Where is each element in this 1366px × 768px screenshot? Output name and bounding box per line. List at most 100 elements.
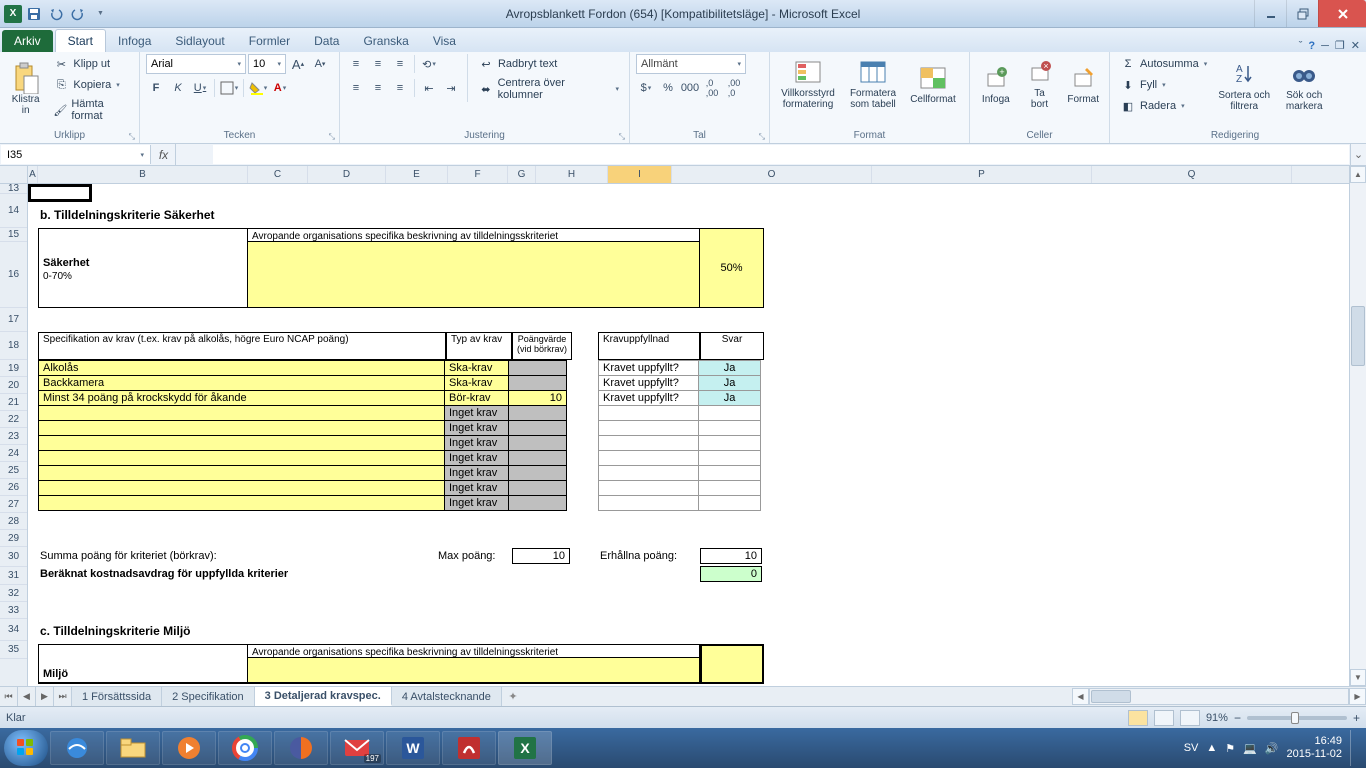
tab-start[interactable]: Start [55,29,106,52]
tray-network-icon[interactable]: 💻 [1243,742,1257,755]
redo-icon[interactable] [68,4,88,24]
row-header[interactable]: 29 [0,530,27,547]
row-header[interactable]: 35 [0,641,27,659]
zoom-slider-thumb[interactable] [1291,712,1299,724]
copy-button[interactable]: ⎘Kopiera▾ [49,75,133,95]
hscroll-left-icon[interactable]: ◀ [1072,688,1089,705]
row-header[interactable]: 18 [0,332,27,360]
tab-nav-prev-icon[interactable]: ◀ [18,687,36,706]
row-header[interactable]: 22 [0,411,27,428]
zoom-out-icon[interactable]: − [1234,711,1241,725]
row-header[interactable]: 28 [0,513,27,530]
section-b-weight[interactable]: 50% [700,228,764,308]
file-tab[interactable]: Arkiv [2,30,53,52]
help-icon[interactable]: ? [1308,40,1315,52]
section-c-desc-area[interactable] [248,658,700,684]
hscroll-right-icon[interactable]: ▶ [1349,688,1366,705]
row-header[interactable]: 17 [0,308,27,332]
fill-color-button[interactable]: ▾ [248,78,268,98]
insert-sheet-icon[interactable]: ✦ [502,687,524,706]
row-header[interactable]: 16 [0,242,27,308]
paste-button[interactable]: Klistra in [6,54,45,124]
scroll-down-icon[interactable]: ▼ [1350,669,1366,686]
col-header[interactable]: F [448,166,508,183]
italic-button[interactable]: K [168,78,188,98]
sheet-tab[interactable]: 4 Avtalstecknande [392,687,502,706]
col-header[interactable]: H [536,166,608,183]
row-header[interactable]: 23 [0,428,27,445]
view-pagebreak-icon[interactable] [1180,710,1200,726]
taskbar-word[interactable]: W [386,731,440,765]
tab-infoga[interactable]: Infoga [106,30,163,52]
qat-customize-icon[interactable]: ▼ [90,4,110,24]
col-header[interactable]: O [672,166,872,183]
percent-format-icon[interactable]: % [658,78,678,98]
tab-nav-last-icon[interactable]: ⏭ [54,687,72,706]
accounting-format-icon[interactable]: $▾ [636,78,656,98]
save-icon[interactable] [24,4,44,24]
font-size-combo[interactable]: 10▾ [248,54,286,74]
bold-button[interactable]: F [146,78,166,98]
fill-button[interactable]: ⬇Fyll▾ [1116,75,1211,95]
font-color-button[interactable]: A▾ [270,78,290,98]
col-header[interactable]: P [872,166,1092,183]
row-header[interactable]: 26 [0,479,27,496]
autosum-button[interactable]: ΣAutosumma▾ [1116,54,1211,74]
restore-button[interactable] [1286,0,1318,27]
dialog-launcher-icon[interactable]: ⤡ [129,132,135,142]
show-desktop-button[interactable] [1350,730,1358,766]
tray-volume-icon[interactable]: 🔊 [1265,742,1279,755]
col-header[interactable]: E [386,166,448,183]
row-header[interactable]: 34 [0,619,27,641]
taskbar-mediaplayer[interactable] [162,731,216,765]
tray-up-icon[interactable]: ▲ [1206,742,1217,754]
tab-formler[interactable]: Formler [237,30,302,52]
taskbar-ie[interactable] [50,731,104,765]
taskbar-chrome[interactable] [218,731,272,765]
decrease-font-icon[interactable]: A▾ [310,54,330,74]
taskbar-excel[interactable]: X [498,731,552,765]
decrease-decimal-icon[interactable]: ,00,0 [724,78,744,98]
decrease-indent-icon[interactable]: ⇤ [419,78,439,98]
name-box[interactable]: I35▾ [1,145,151,164]
col-header[interactable]: A [28,166,38,183]
view-normal-icon[interactable] [1128,710,1148,726]
row-header[interactable]: 32 [0,585,27,602]
align-left-icon[interactable]: ≡ [346,78,366,98]
cells-content[interactable]: b. Tilldelningskriterie Säkerhet Säkerhe… [28,184,1366,686]
selected-cell[interactable] [28,184,92,202]
align-center-icon[interactable]: ≡ [368,78,388,98]
underline-button[interactable]: U▾ [190,78,210,98]
find-select-button[interactable]: Sök och markera [1277,54,1331,116]
row-header[interactable]: 15 [0,228,27,242]
clear-button[interactable]: ◧Radera▾ [1116,96,1211,116]
zoom-in-icon[interactable]: + [1353,711,1360,725]
close-button[interactable] [1318,0,1366,27]
workbook-close-icon[interactable]: ✕ [1351,39,1360,52]
sheet-tab[interactable]: 2 Specifikation [162,687,255,706]
tab-visa[interactable]: Visa [421,30,468,52]
tab-sidlayout[interactable]: Sidlayout [163,30,236,52]
taskbar-firefox[interactable] [274,731,328,765]
excel-app-icon[interactable]: X [4,5,22,23]
tab-granska[interactable]: Granska [351,30,420,52]
col-header[interactable]: C [248,166,308,183]
font-name-combo[interactable]: Arial▾ [146,54,246,74]
col-header[interactable]: I [608,166,672,183]
row-header[interactable]: 13 [0,184,27,194]
vertical-scrollbar[interactable]: ▲ ▼ [1349,166,1366,686]
start-button[interactable] [4,730,48,766]
col-header[interactable]: B [38,166,248,183]
row-header[interactable]: 25 [0,462,27,479]
insert-cells-button[interactable]: +Infoga [976,54,1016,112]
tray-lang[interactable]: SV [1184,742,1199,754]
row-header[interactable]: 20 [0,377,27,394]
orientation-icon[interactable]: ⟲▾ [419,54,439,74]
sheet-tab[interactable]: 3 Detaljerad kravspec. [255,687,392,706]
row-header[interactable]: 33 [0,602,27,619]
col-header[interactable]: G [508,166,536,183]
increase-decimal-icon[interactable]: ,0,00 [702,78,722,98]
number-format-combo[interactable]: Allmänt▾ [636,54,746,74]
row-header[interactable]: 19 [0,360,27,377]
hscroll-thumb[interactable] [1091,690,1131,703]
